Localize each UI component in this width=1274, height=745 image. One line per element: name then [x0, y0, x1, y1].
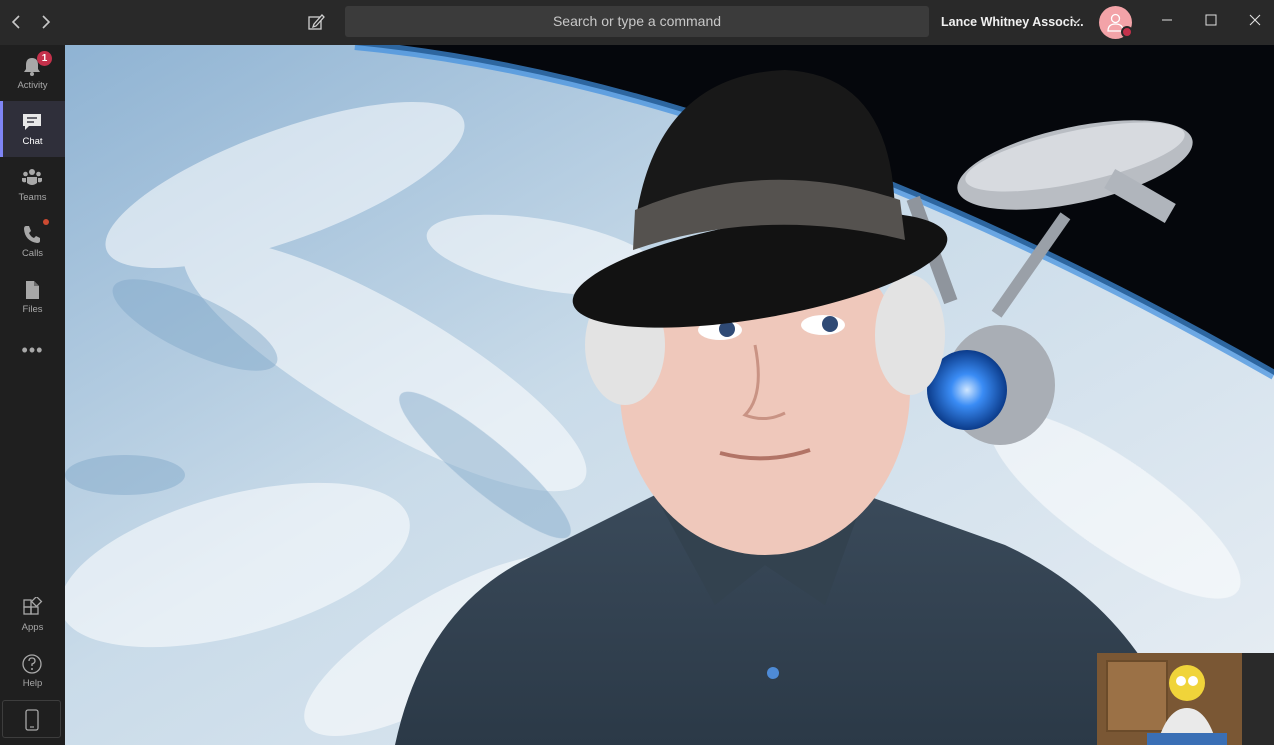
- self-preview-video[interactable]: [1097, 653, 1274, 745]
- rail-label-help: Help: [22, 678, 43, 689]
- mobile-download-button[interactable]: [2, 700, 61, 738]
- rail-label-calls: Calls: [21, 248, 44, 259]
- files-icon: [26, 281, 39, 299]
- app-rail: 1 Activity Chat Teams Calls Files ••• Ap…: [0, 45, 65, 745]
- rail-item-apps[interactable]: Apps: [0, 587, 65, 643]
- calls-notification-dot: [43, 219, 49, 225]
- help-icon: [22, 654, 42, 674]
- rail-item-help[interactable]: Help: [0, 643, 65, 699]
- maximize-icon: [1205, 14, 1217, 26]
- search-input[interactable]: Search or type a command: [345, 6, 929, 37]
- rail-label-teams: Teams: [18, 192, 47, 203]
- minimize-button[interactable]: [1144, 0, 1190, 45]
- mobile-phone-icon: [25, 709, 39, 731]
- maximize-button[interactable]: [1188, 0, 1234, 45]
- rail-item-chat[interactable]: Chat: [0, 101, 65, 157]
- back-arrow-icon[interactable]: [7, 12, 27, 32]
- video-stage: [65, 45, 1274, 745]
- rail-label-chat: Chat: [22, 136, 43, 147]
- rail-item-calls[interactable]: Calls: [0, 213, 65, 269]
- minimize-icon: [1162, 19, 1172, 21]
- chat-icon: [23, 114, 41, 130]
- rail-item-files[interactable]: Files: [0, 269, 65, 325]
- self-preview-feed: [1097, 653, 1274, 745]
- close-icon: [1249, 14, 1261, 26]
- compose-icon[interactable]: [306, 12, 326, 32]
- rail-label-activity: Activity: [17, 80, 48, 91]
- title-bar: Search or type a command Lance Whitney A…: [0, 0, 1274, 45]
- phone-icon: [24, 226, 40, 243]
- chevron-down-icon[interactable]: [1071, 13, 1081, 32]
- apps-icon: [23, 597, 43, 615]
- presence-status-badge: [1121, 26, 1133, 38]
- participant-video-feed: [65, 45, 1274, 745]
- org-switcher[interactable]: Lance Whitney Associ...: [941, 15, 1084, 29]
- rail-label-apps: Apps: [21, 622, 44, 633]
- rail-item-activity[interactable]: 1 Activity: [0, 45, 65, 101]
- teams-icon: [22, 169, 42, 185]
- activity-badge: 1: [37, 51, 52, 66]
- forward-arrow-icon[interactable]: [35, 12, 55, 32]
- more-apps-icon[interactable]: •••: [0, 340, 65, 361]
- rail-item-teams[interactable]: Teams: [0, 157, 65, 213]
- rail-label-files: Files: [22, 304, 43, 315]
- close-button[interactable]: [1232, 0, 1274, 45]
